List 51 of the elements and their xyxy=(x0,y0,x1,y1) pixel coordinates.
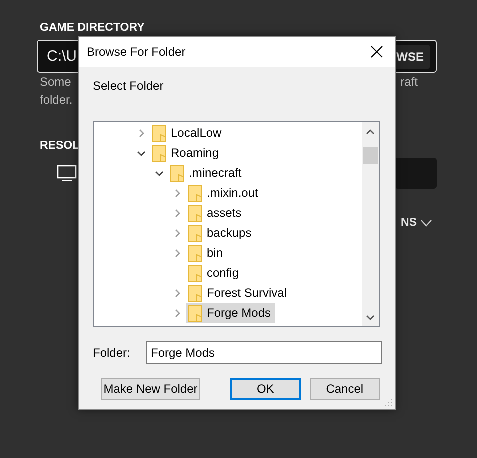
scroll-up-icon[interactable] xyxy=(366,129,375,135)
folder-icon xyxy=(188,264,202,282)
tree-item[interactable]: .minecraft xyxy=(168,163,246,183)
tree-item[interactable]: Forge Mods xyxy=(186,303,276,323)
chevron-right-icon[interactable] xyxy=(172,308,182,318)
note-text: folder. xyxy=(40,93,73,107)
folder-icon xyxy=(188,284,202,302)
folder-icon xyxy=(188,304,202,322)
chevron-right-icon[interactable] xyxy=(172,208,182,218)
note-text: Some xyxy=(40,75,72,89)
tree-item[interactable]: Roaming xyxy=(150,143,224,163)
folder-icon xyxy=(188,204,202,222)
scroll-down-icon[interactable] xyxy=(366,315,375,321)
folder-icon xyxy=(188,224,202,242)
resize-grip-icon[interactable] xyxy=(384,398,393,407)
folder-input[interactable]: Forge Mods xyxy=(146,341,382,364)
note-text: raft xyxy=(400,75,418,89)
section-heading: RESOL xyxy=(40,139,80,154)
folder-icon xyxy=(170,164,184,182)
chevron-right-icon[interactable] xyxy=(136,128,146,138)
tree-item[interactable]: .mixin.out xyxy=(186,183,262,203)
folder-icon xyxy=(152,124,166,142)
folder-icon xyxy=(152,144,166,162)
options-toggle[interactable]: NS xyxy=(401,217,432,229)
chevron-down-icon[interactable] xyxy=(136,148,146,158)
folder-icon xyxy=(188,244,202,262)
scrollbar[interactable] xyxy=(362,122,379,326)
section-heading: GAME DIRECTORY xyxy=(40,21,145,36)
dialog-button[interactable]: OK xyxy=(230,378,301,400)
close-button[interactable] xyxy=(369,44,385,60)
folder-label: Folder: xyxy=(93,346,132,360)
resolution-field[interactable] xyxy=(395,158,437,189)
tree-item[interactable]: config xyxy=(186,263,244,283)
chevron-down-icon xyxy=(421,220,432,226)
monitor-icon xyxy=(57,164,77,182)
tree-item[interactable]: Forest Survival xyxy=(186,283,292,303)
chevron-down-icon[interactable] xyxy=(154,168,164,178)
tree-item[interactable]: assets xyxy=(186,203,246,223)
chevron-right-icon[interactable] xyxy=(172,228,182,238)
scroll-thumb[interactable] xyxy=(363,147,378,164)
tree-item[interactable]: backups xyxy=(186,223,256,243)
chevron-right-icon[interactable] xyxy=(172,248,182,258)
tree-item[interactable]: LocalLow xyxy=(150,123,226,143)
tree-item[interactable]: bin xyxy=(186,243,228,263)
window-title: Browse For Folder xyxy=(87,45,186,59)
folder-icon xyxy=(188,184,202,202)
prompt-text: Select Folder xyxy=(93,79,164,93)
dialog-button[interactable]: Cancel xyxy=(310,378,380,400)
chevron-right-icon[interactable] xyxy=(172,188,182,198)
chevron-right-icon[interactable] xyxy=(172,288,182,298)
dialog-button[interactable]: Make New Folder xyxy=(101,378,200,400)
